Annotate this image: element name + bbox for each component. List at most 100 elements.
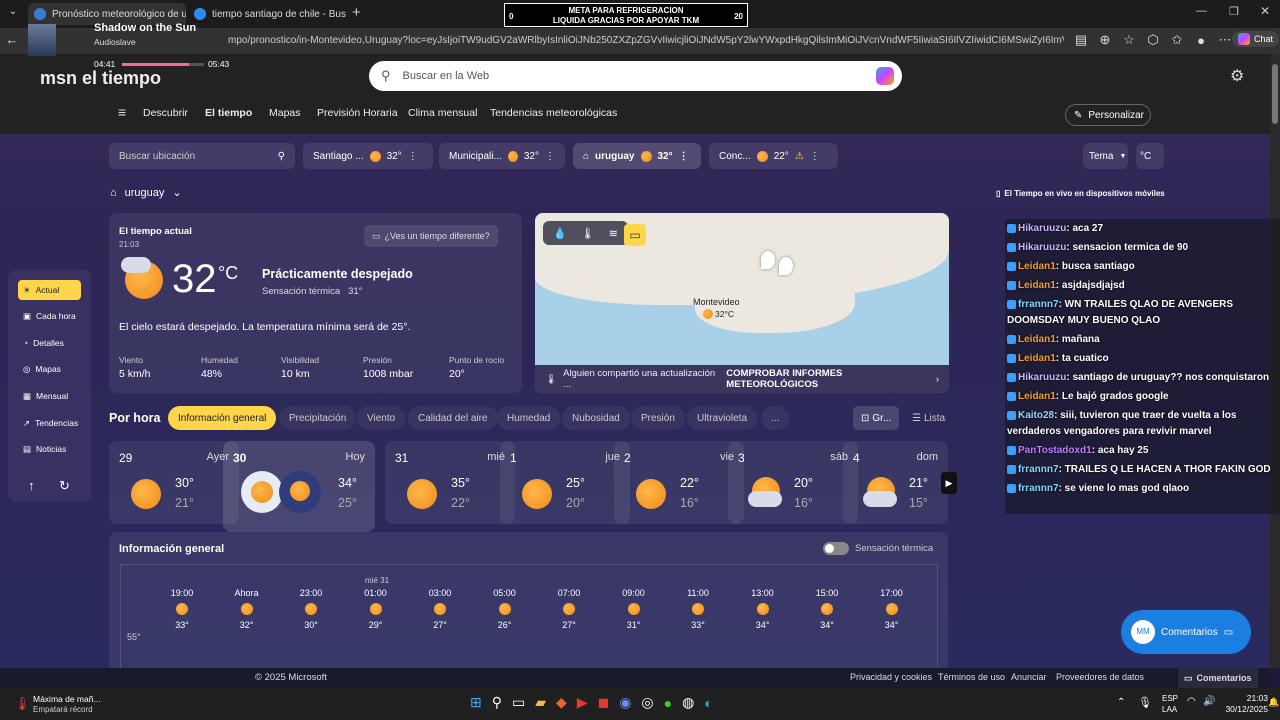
chat-username[interactable]: Hikaruuzu <box>1018 372 1066 383</box>
map-pin-icon[interactable] <box>761 251 775 269</box>
location-search[interactable]: Buscar ubicación ⚲ <box>109 143 295 169</box>
weather-map[interactable]: 💧 🌡 ≋ ▭ Montevideo 32°C 🌡 Alguien compar… <box>535 213 949 393</box>
day-card[interactable]: 31 mié 35° 22° <box>385 441 515 524</box>
sidebar-item-details[interactable]: ◔ Detalles <box>18 333 81 353</box>
notification-icon[interactable]: 🔔 <box>1268 697 1279 708</box>
day-card[interactable]: 4 dom 21° 15° <box>843 441 948 524</box>
favorites-icon[interactable]: ✩ <box>1168 32 1186 48</box>
map-update-bar[interactable]: 🌡 Alguien compartió una actualización ..… <box>535 365 949 393</box>
view-list-button[interactable]: ☰ Lista <box>908 406 949 430</box>
more-dots-icon[interactable]: ⋮ <box>679 151 689 162</box>
chat-username[interactable]: Leidan1 <box>1018 391 1056 402</box>
different-weather-button[interactable]: ▭ ¿Ves un tiempo diferente? <box>364 225 498 247</box>
nav-hourly[interactable]: Previsión Horaria <box>317 107 398 119</box>
reader-icon[interactable]: ▤ <box>1072 32 1090 48</box>
precipitation-icon[interactable]: 💧 <box>553 227 567 240</box>
zoom-icon[interactable]: ⊕ <box>1096 32 1114 48</box>
steam-icon[interactable]: ◎ <box>641 694 653 711</box>
close-window-icon[interactable]: ✕ <box>1260 4 1270 18</box>
map-pin-icon[interactable] <box>779 257 793 275</box>
sidebar-item-news[interactable]: ▤ Noticias <box>18 439 81 459</box>
more-dots-icon[interactable]: ⋮ <box>408 151 418 162</box>
location-chip-concepcion[interactable]: Conc... 22° ⚠ ⋮ <box>709 143 838 169</box>
view-graph-button[interactable]: ⊡ Gr... <box>853 406 900 430</box>
chat-username[interactable]: Leidan1 <box>1018 280 1056 291</box>
chat-username[interactable]: frrannn7 <box>1018 299 1059 310</box>
wifi-icon[interactable]: ◠ <box>1187 696 1196 707</box>
media-player-icon[interactable]: ▶ <box>577 694 588 711</box>
nav-monthly[interactable]: Clima mensual <box>408 107 477 119</box>
edge-icon[interactable]: ◐ <box>704 695 712 711</box>
report-icon[interactable]: ▭ <box>624 224 646 246</box>
sidebar-item-maps[interactable]: ◎ Mapas <box>18 359 81 379</box>
extensions-icon[interactable]: ⬡ <box>1144 32 1162 48</box>
more-dots-icon[interactable]: ⋮ <box>810 151 820 162</box>
sidebar-item-trends[interactable]: ↗ Tendencias <box>18 413 81 433</box>
pill-more[interactable]: ... <box>761 406 790 430</box>
location-chip-uruguay[interactable]: ⌂ uruguay 32° ⋮ <box>573 143 701 169</box>
refresh-icon[interactable]: ↻ <box>59 478 70 494</box>
back-icon[interactable]: ← <box>3 32 21 47</box>
toggle-switch[interactable] <box>823 542 849 555</box>
comments-button[interactable]: MM Comentarios ▭ <box>1121 610 1251 654</box>
sidebar-item-hourly[interactable]: ▣ Cada hora <box>18 306 81 326</box>
chat-username[interactable]: Leidan1 <box>1018 353 1056 364</box>
location-title[interactable]: ⌂ uruguay ⌄ <box>110 186 182 200</box>
brave-icon[interactable]: ◆ <box>556 694 567 711</box>
location-chip-santiago[interactable]: Santiago ... 32° ⋮ <box>303 143 433 169</box>
new-tab-icon[interactable]: + <box>352 4 361 21</box>
pill-general[interactable]: Información general <box>168 406 277 430</box>
footer-comments-button[interactable]: ▭ Comentarios <box>1178 668 1258 688</box>
app-icon[interactable]: ◼ <box>598 694 610 711</box>
search-input[interactable]: Buscar en la Web <box>403 70 490 82</box>
sidebar-item-monthly[interactable]: ▦ Mensual <box>18 386 81 406</box>
privacy-link[interactable]: Privacidad y cookies <box>850 672 932 682</box>
pill-pressure[interactable]: Presión <box>631 406 685 430</box>
mic-icon[interactable]: 🎙 <box>1138 696 1152 709</box>
minimize-icon[interactable]: — <box>1196 5 1207 17</box>
data-providers-link[interactable]: Proveedores de datos <box>1056 672 1144 682</box>
file-explorer-icon[interactable]: ▰ <box>535 694 546 711</box>
next-days-arrow-icon[interactable]: ▶ <box>941 472 957 494</box>
copilot-chat-button[interactable]: Chat <box>1232 31 1280 47</box>
more-dots-icon[interactable]: ⋮ <box>545 151 555 162</box>
lang-label[interactable]: ESP <box>1162 694 1178 703</box>
url-field[interactable]: mpo/pronostico/in-Montevideo,Uruguay?loc… <box>228 32 1064 50</box>
taskbar-weather-title[interactable]: Máxima de mañ... <box>33 694 101 704</box>
clock-time[interactable]: 21:03 <box>1222 693 1268 703</box>
wind-icon[interactable]: ≋ <box>609 227 618 240</box>
day-card[interactable]: 2 vie 22° 16° <box>614 441 744 524</box>
sidebar-item-actual[interactable]: ☀ Actual <box>18 280 81 300</box>
terms-link[interactable]: Términos de uso <box>938 672 1005 682</box>
start-icon[interactable]: ⊞ <box>470 694 482 711</box>
search-icon[interactable]: ⚲ <box>492 694 502 711</box>
unit-dropdown[interactable]: °C <box>1136 143 1164 169</box>
chat-username[interactable]: Hikaruuzu <box>1018 242 1066 253</box>
pill-humidity[interactable]: Humedad <box>497 406 561 430</box>
chat-username[interactable]: Hikaruuzu <box>1018 223 1066 234</box>
chat-username[interactable]: frrannn7 <box>1018 483 1059 494</box>
pill-air-quality[interactable]: Calidad del aire <box>408 406 498 430</box>
menu-icon[interactable]: ≡ <box>118 104 126 120</box>
media-progress[interactable] <box>122 63 204 66</box>
tray-chevron-icon[interactable]: ⌃ <box>1117 697 1125 708</box>
spotify-icon[interactable]: ● <box>664 695 672 711</box>
nav-maps[interactable]: Mapas <box>269 107 301 119</box>
pill-wind[interactable]: Viento <box>357 406 406 430</box>
personalize-button[interactable]: ✎ Personalizar <box>1065 104 1151 126</box>
task-view-icon[interactable]: ▭ <box>512 694 525 711</box>
chat-username[interactable]: PanTostadoxd1 <box>1018 445 1092 456</box>
advertise-link[interactable]: Anunciar <box>1011 672 1047 682</box>
day-card[interactable]: 1 jue 25° 20° <box>500 441 630 524</box>
chat-username[interactable]: frrannn7 <box>1018 464 1059 475</box>
location-search-input[interactable]: Buscar ubicación <box>119 151 195 162</box>
scroll-top-icon[interactable]: ↑ <box>28 478 35 493</box>
check-reports-link[interactable]: COMPROBAR INFORMES METEOROLÓGICOS <box>726 368 930 390</box>
mobile-link[interactable]: ▯ El Tiempo en vivo en dispositivos móvi… <box>996 189 1165 198</box>
github-icon[interactable]: ◍ <box>682 694 694 711</box>
location-chip-municipality[interactable]: Municipali... 32° ⋮ <box>439 143 565 169</box>
nav-discover[interactable]: Descubrir <box>143 107 188 119</box>
feels-like-toggle[interactable]: Sensación térmica <box>823 542 933 555</box>
discord-icon[interactable]: ◉ <box>619 694 631 711</box>
nav-trends[interactable]: Tendencias meteorológicas <box>490 107 617 119</box>
